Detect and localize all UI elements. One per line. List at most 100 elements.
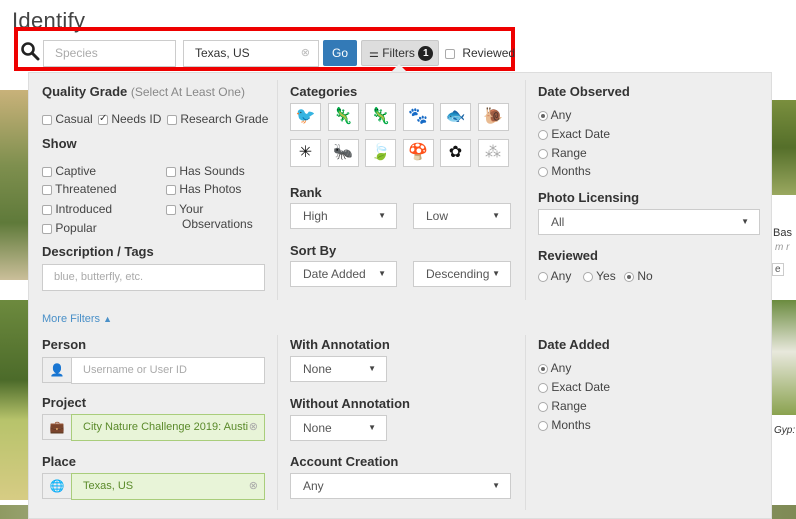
date-observed-months[interactable]: Months [538, 164, 591, 178]
without-annotation-select[interactable]: None ▼ [290, 415, 387, 441]
filters-label: Filters [382, 46, 415, 60]
filters-panel [28, 72, 772, 519]
filters-button[interactable]: ⚌ Filters 1 [361, 40, 439, 66]
place-filter-input[interactable]: Texas, US ⊗ [71, 473, 265, 500]
side-button[interactable]: e [772, 263, 784, 276]
search-icon [21, 42, 40, 61]
divider [525, 335, 526, 510]
unknown-icon[interactable]: ⁂ [477, 139, 509, 167]
chevron-down-icon: ▼ [492, 211, 500, 220]
show-heading: Show [42, 136, 77, 151]
chevron-down-icon: ▼ [492, 481, 500, 490]
rank-high-select[interactable]: High ▼ [290, 203, 397, 229]
clear-icon[interactable]: ⊗ [249, 474, 258, 499]
background-photo[interactable] [772, 100, 796, 195]
fish-icon[interactable]: 🐟 [440, 103, 471, 131]
spider-icon[interactable]: ✳ [290, 139, 321, 167]
side-species-text: Gyp: [774, 425, 796, 436]
reviewed-any[interactable]: Any [538, 269, 571, 283]
user-icon: 👤 [42, 357, 72, 383]
sort-order-select[interactable]: Descending ▼ [413, 261, 511, 287]
quality-research-grade[interactable]: Research Grade [167, 112, 268, 126]
place-input[interactable]: Texas, US ⊗ [183, 40, 319, 67]
filters-count-badge: 1 [418, 46, 434, 62]
show-your-observations-line2: Observations [182, 217, 253, 231]
chevron-down-icon: ▼ [368, 364, 376, 373]
date-observed-range[interactable]: Range [538, 146, 587, 160]
date-added-heading: Date Added [538, 337, 610, 352]
description-tags-heading: Description / Tags [42, 244, 154, 259]
caret-up-icon: ▲ [103, 314, 113, 324]
casual-checkbox[interactable] [42, 114, 52, 125]
sort-by-heading: Sort By [290, 243, 337, 258]
categories-heading: Categories [290, 84, 358, 99]
chevron-down-icon: ▼ [492, 269, 500, 278]
date-added-any[interactable]: Any [538, 361, 571, 375]
date-observed-exact-date[interactable]: Exact Date [538, 127, 610, 141]
chevron-down-icon: ▼ [378, 211, 386, 220]
place-input-value: Texas, US [195, 46, 250, 60]
side-species-text: Bas [773, 227, 792, 239]
date-added-exact-date[interactable]: Exact Date [538, 380, 610, 394]
show-captive[interactable]: Captive [42, 164, 96, 178]
project-input[interactable]: City Nature Challenge 2019: Austi ⊗ [71, 414, 265, 441]
quality-needs-id[interactable]: Needs ID [98, 112, 161, 126]
globe-icon: 🌐 [42, 473, 72, 499]
project-heading: Project [42, 395, 87, 410]
bird-icon[interactable]: 🐦 [290, 103, 321, 131]
date-added-months[interactable]: Months [538, 418, 591, 432]
description-tags-input[interactable]: blue, butterfly, etc. [42, 264, 265, 291]
background-photo[interactable] [0, 90, 28, 280]
date-observed-any[interactable]: Any [538, 108, 571, 122]
reptile-icon[interactable]: 🦎 [365, 103, 396, 131]
show-introduced[interactable]: Introduced [42, 202, 112, 216]
mollusk-icon[interactable]: 🐌 [477, 103, 509, 131]
quality-grade-heading: Quality Grade (Select At Least One) [42, 84, 245, 99]
reviewed-label: Reviewed [462, 46, 516, 60]
background-photo[interactable] [772, 300, 796, 415]
needs-id-checkbox[interactable] [98, 113, 108, 125]
rank-low-select[interactable]: Low ▼ [413, 203, 511, 229]
plant-icon[interactable]: 🍃 [365, 139, 396, 167]
without-annotation-heading: Without Annotation [290, 396, 410, 411]
account-creation-select[interactable]: Any ▼ [290, 473, 511, 499]
clear-icon[interactable]: ⊗ [301, 41, 310, 66]
divider [525, 80, 526, 300]
show-your-observations[interactable]: Your [166, 202, 203, 216]
place-heading: Place [42, 454, 76, 469]
mammal-icon[interactable]: 🐾 [402, 103, 434, 131]
protozoa-icon[interactable]: ✿ [440, 139, 471, 167]
reviewed-no[interactable]: No [624, 269, 653, 283]
person-input[interactable]: Username or User ID [71, 357, 265, 384]
research-grade-checkbox[interactable] [167, 114, 177, 125]
go-button[interactable]: Go [323, 40, 357, 66]
side-common-text: m r [775, 242, 790, 253]
photo-licensing-heading: Photo Licensing [538, 190, 640, 205]
reviewed-yes[interactable]: Yes [583, 269, 616, 283]
chevron-down-icon: ▼ [378, 269, 386, 278]
insect-icon[interactable]: 🐜 [327, 139, 359, 167]
date-observed-heading: Date Observed [538, 84, 630, 99]
show-popular[interactable]: Popular [42, 221, 97, 235]
reviewed-checkbox[interactable] [445, 48, 455, 59]
date-added-range[interactable]: Range [538, 399, 587, 413]
fungi-icon[interactable]: 🍄 [402, 139, 434, 167]
clear-icon[interactable]: ⊗ [249, 415, 258, 440]
show-has-sounds[interactable]: Has Sounds [166, 164, 245, 178]
divider [277, 335, 278, 510]
sliders-icon: ⚌ [369, 48, 379, 60]
species-input[interactable]: Species [43, 40, 176, 67]
more-filters-link[interactable]: More Filters ▲ [42, 313, 112, 325]
reviewed-heading: Reviewed [538, 248, 598, 263]
photo-licensing-select[interactable]: All ▼ [538, 209, 760, 235]
with-annotation-select[interactable]: None ▼ [290, 356, 387, 382]
amphibian-icon[interactable]: 🦎 [327, 103, 359, 131]
show-has-photos[interactable]: Has Photos [166, 182, 241, 196]
quality-casual[interactable]: Casual [42, 112, 93, 126]
show-threatened[interactable]: Threatened [42, 182, 117, 196]
reviewed-toggle[interactable]: Reviewed [445, 46, 515, 60]
background-photo[interactable] [0, 300, 28, 500]
sort-field-select[interactable]: Date Added ▼ [290, 261, 397, 287]
with-annotation-heading: With Annotation [290, 337, 390, 352]
divider [277, 80, 278, 300]
